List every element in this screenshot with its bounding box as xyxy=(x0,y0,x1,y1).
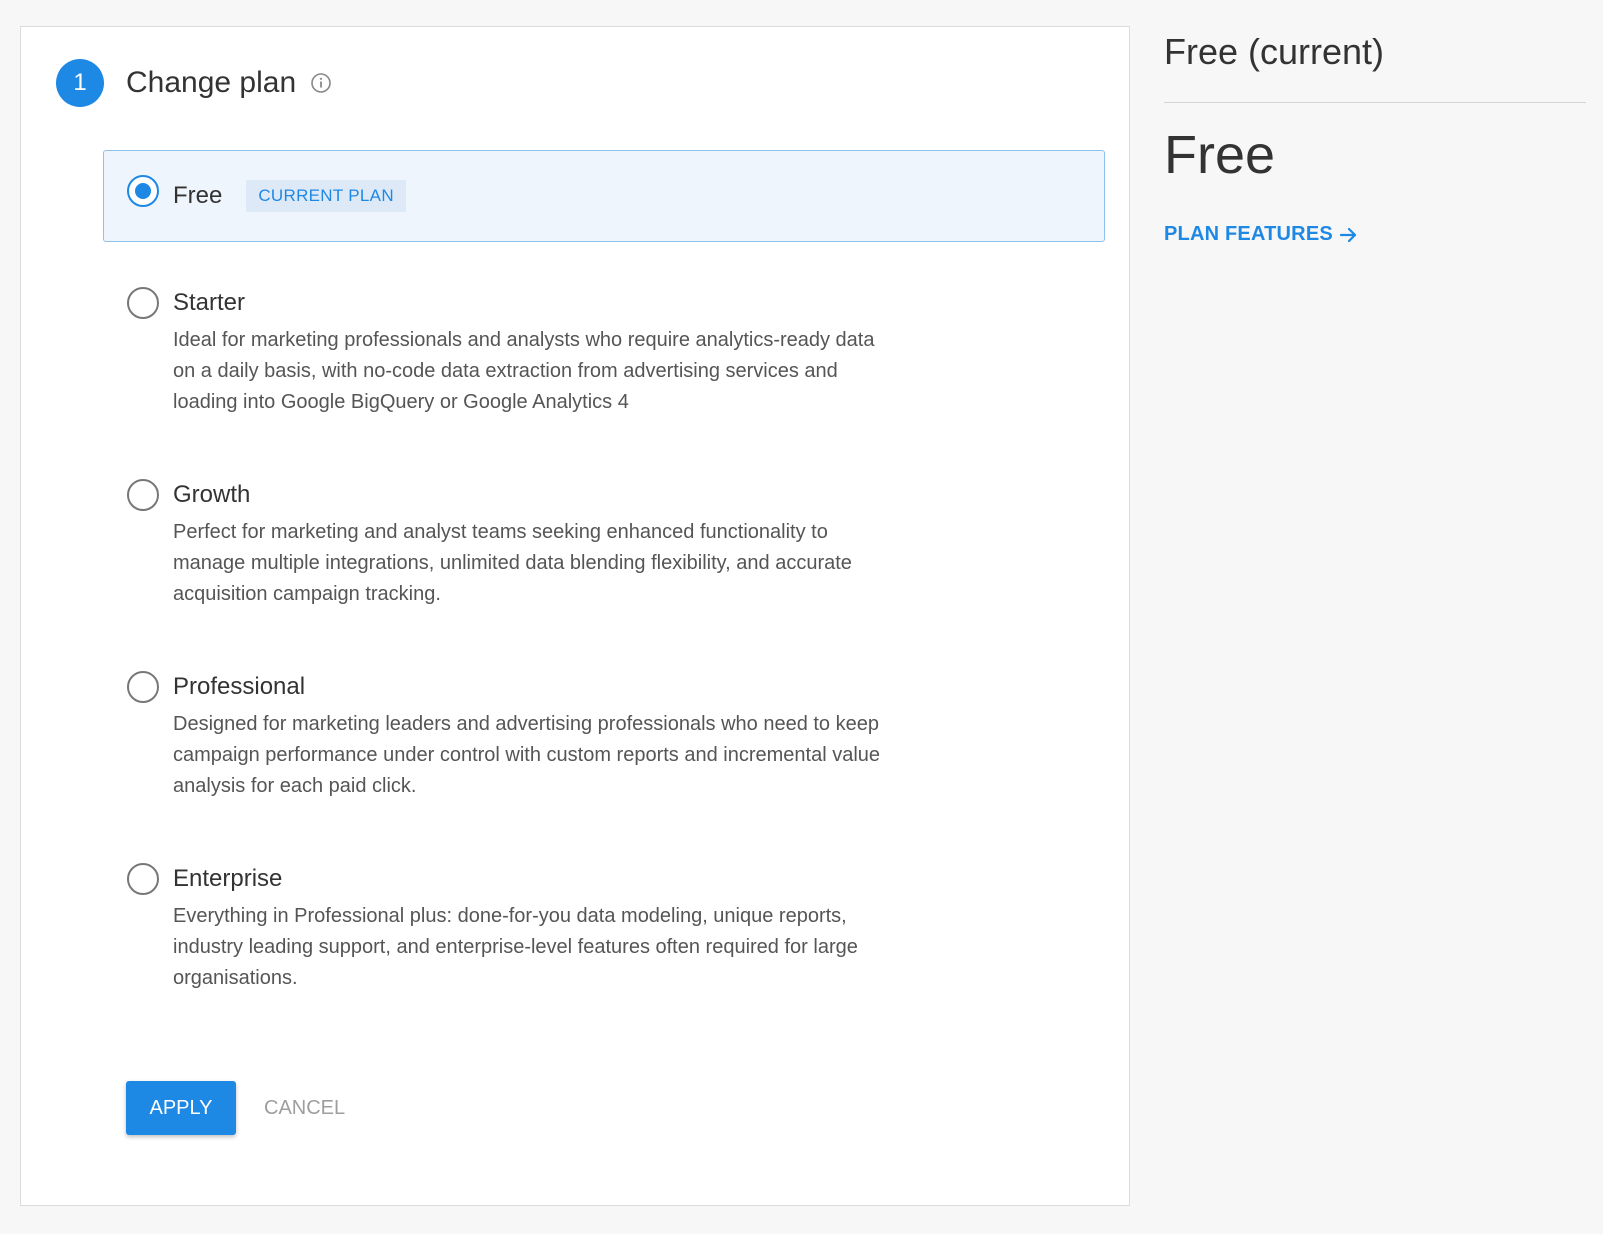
plan-description: Everything in Professional plus: done-fo… xyxy=(173,905,858,989)
plan-name: Enterprise xyxy=(173,865,283,892)
plan-option-professional[interactable]: Professional Designed for marketing lead… xyxy=(103,662,1105,803)
plan-option-enterprise[interactable]: Enterprise Everything in Professional pl… xyxy=(103,854,1105,995)
summary-title: Free (current) xyxy=(1164,31,1385,72)
cancel-button[interactable]: CANCEL xyxy=(264,1097,345,1120)
plan-option-free[interactable]: Free CURRENT PLAN xyxy=(103,150,1105,242)
plan-description: Ideal for marketing professionals and an… xyxy=(173,329,875,413)
plan-name: Starter xyxy=(173,289,246,316)
radio-starter[interactable] xyxy=(127,287,159,319)
step-header: 1 Change plan xyxy=(56,59,332,107)
radio-growth[interactable] xyxy=(127,479,159,511)
radio-enterprise[interactable] xyxy=(127,863,159,895)
plan-list: Free CURRENT PLAN Starter Ideal for mark… xyxy=(103,150,1105,1046)
info-icon[interactable] xyxy=(310,72,332,94)
plan-description: Perfect for marketing and analyst teams … xyxy=(173,521,852,605)
plan-features-link[interactable]: PLAN FEATURES xyxy=(1164,223,1586,246)
plan-option-starter[interactable]: Starter Ideal for marketing professional… xyxy=(103,278,1105,419)
plan-name: Growth xyxy=(173,481,251,508)
divider xyxy=(1164,102,1586,103)
radio-professional[interactable] xyxy=(127,671,159,703)
apply-button[interactable]: APPLY xyxy=(126,1081,236,1135)
current-plan-badge: CURRENT PLAN xyxy=(246,180,406,212)
plan-option-growth[interactable]: Growth Perfect for marketing and analyst… xyxy=(103,470,1105,611)
plan-name: Free xyxy=(173,182,223,209)
current-plan-summary: Free (current) Free PLAN FEATURES xyxy=(1164,30,1586,246)
radio-free-selected[interactable] xyxy=(127,175,159,207)
change-plan-card: 1 Change plan Free CURRENT PLAN Starter … xyxy=(20,26,1130,1206)
step-number-badge: 1 xyxy=(56,59,104,107)
arrow-right-icon xyxy=(1339,227,1357,242)
step-title: Change plan xyxy=(126,66,297,99)
plan-description: Designed for marketing leaders and adver… xyxy=(173,713,881,797)
plan-features-label: PLAN FEATURES xyxy=(1164,223,1333,245)
plan-name: Professional xyxy=(173,673,306,700)
form-actions: APPLY CANCEL xyxy=(126,1081,345,1135)
summary-plan-name: Free xyxy=(1164,125,1276,185)
